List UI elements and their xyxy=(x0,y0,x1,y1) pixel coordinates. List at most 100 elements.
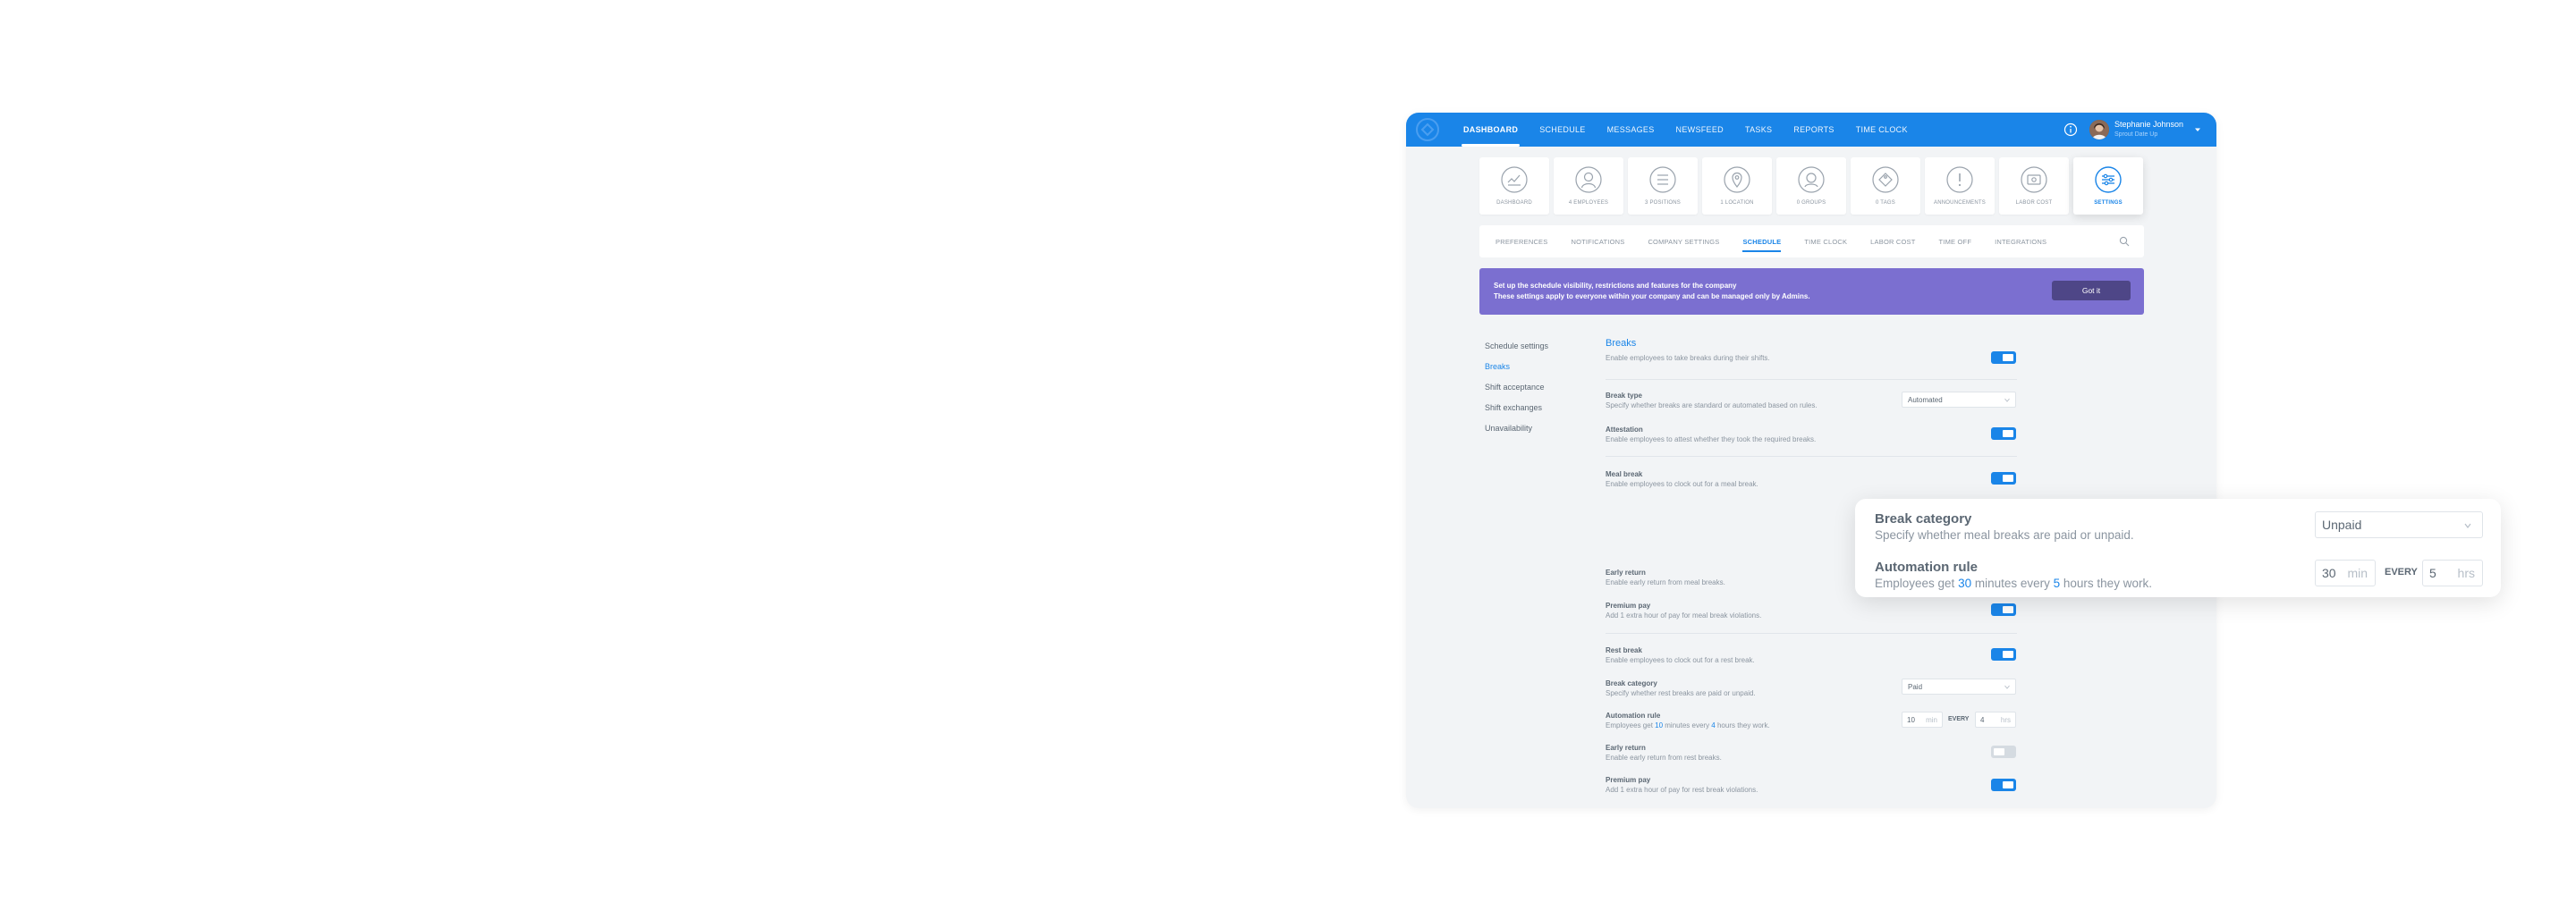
side-item-breaks[interactable]: Breaks xyxy=(1485,362,1548,383)
row-desc: Enable employees to clock out for a rest… xyxy=(1606,656,1755,664)
tile-label: LABOR COST xyxy=(2015,200,2053,206)
top-navigation: DASHBOARD SCHEDULE MESSAGES NEWSFEED TAS… xyxy=(1406,113,2216,147)
side-item-schedule-settings[interactable]: Schedule settings xyxy=(1485,341,1548,362)
row-desc: Enable early return from rest breaks. xyxy=(1606,754,1722,762)
row-desc: Add 1 extra hour of pay for rest break v… xyxy=(1606,786,1758,794)
row-desc: Enable employees to take breaks during t… xyxy=(1606,354,1770,362)
settings-icon xyxy=(2095,166,2122,193)
chevron-down-icon[interactable] xyxy=(2193,125,2202,134)
row-desc: Employees get 10 minutes every 4 hours t… xyxy=(1606,721,1770,729)
tile-label: 0 TAGS xyxy=(1876,200,1895,206)
meal-premium-pay-toggle[interactable] xyxy=(1991,603,2016,616)
nav-schedule[interactable]: SCHEDULE xyxy=(1529,113,1596,147)
nav-reports[interactable]: REPORTS xyxy=(1783,113,1844,147)
tile-tags[interactable]: 0 TAGS xyxy=(1851,157,1920,215)
positions-icon xyxy=(1649,166,1676,193)
nav-tasks[interactable]: TASKS xyxy=(1734,113,1783,147)
meal-hours-input[interactable]: 5 hrs xyxy=(2422,560,2483,586)
row-desc: Add 1 extra hour of pay for meal break v… xyxy=(1606,611,1762,620)
break-type-select[interactable]: Automated xyxy=(1902,392,2016,408)
row-title: Automation rule xyxy=(1606,712,1661,720)
tab-schedule[interactable]: SCHEDULE xyxy=(1742,225,1782,257)
row-title: Break category xyxy=(1606,679,1657,687)
tile-groups[interactable]: 0 GROUPS xyxy=(1776,157,1846,215)
every-label: EVERY xyxy=(1948,716,1970,722)
tab-labor-cost[interactable]: LABOR COST xyxy=(1870,225,1915,257)
nav-dashboard[interactable]: DASHBOARD xyxy=(1453,113,1529,147)
nav-newsfeed[interactable]: NEWSFEED xyxy=(1665,113,1734,147)
rest-break-toggle[interactable] xyxy=(1991,648,2016,661)
logo-icon[interactable] xyxy=(1415,117,1440,142)
rest-break-category-select[interactable]: Paid xyxy=(1902,679,2016,695)
overview-tiles: DASHBOARD 4 EMPLOYEES 3 POSITIONS 1 LOCA… xyxy=(1479,157,2143,215)
search-icon[interactable] xyxy=(2119,236,2130,247)
got-it-button[interactable]: Got it xyxy=(2052,281,2131,300)
input-value: 30 xyxy=(2322,566,2336,580)
tile-label: 1 LOCATION xyxy=(1720,200,1754,206)
desc-text: minutes every xyxy=(1971,577,2054,590)
alert-icon xyxy=(1946,166,1973,193)
side-item-shift-exchanges[interactable]: Shift exchanges xyxy=(1485,403,1548,424)
avatar[interactable] xyxy=(2089,120,2109,139)
meal-break-settings-card: Break category Specify whether meal brea… xyxy=(1855,499,2501,597)
row-desc: Enable employees to attest whether they … xyxy=(1606,435,1817,443)
desc-text: minutes every xyxy=(1663,721,1712,729)
row-desc: Enable early return from meal breaks. xyxy=(1606,578,1725,586)
tile-label: 3 POSITIONS xyxy=(1645,200,1681,206)
tile-settings[interactable]: SETTINGS xyxy=(2073,157,2143,215)
meal-break-category-select[interactable]: Unpaid xyxy=(2315,511,2483,538)
divider xyxy=(1606,379,2017,380)
card-title: Break category xyxy=(1875,511,1972,527)
tile-labor-cost[interactable]: LABOR COST xyxy=(1999,157,2069,215)
row-desc: Enable employees to clock out for a meal… xyxy=(1606,480,1758,488)
desc-text: hours they work. xyxy=(2060,577,2152,590)
rest-hours-input[interactable]: 4 hrs xyxy=(1975,712,2016,728)
tab-preferences[interactable]: PREFERENCES xyxy=(1496,225,1547,257)
tag-icon xyxy=(1872,166,1899,193)
app-window: DASHBOARD SCHEDULE MESSAGES NEWSFEED TAS… xyxy=(1406,113,2216,808)
rest-premium-pay-toggle[interactable] xyxy=(1991,779,2016,791)
tab-time-clock[interactable]: TIME CLOCK xyxy=(1804,225,1847,257)
desc-text: hours they work. xyxy=(1715,721,1770,729)
tab-notifications[interactable]: NOTIFICATIONS xyxy=(1571,225,1624,257)
settings-tabs: PREFERENCES NOTIFICATIONS COMPANY SETTIN… xyxy=(1479,225,2144,257)
minutes-value: 30 xyxy=(1958,577,1972,590)
meal-break-toggle[interactable] xyxy=(1991,472,2016,485)
unit-label: min xyxy=(2347,566,2368,580)
info-icon[interactable] xyxy=(2063,122,2078,137)
row-title: Premium pay xyxy=(1606,776,1651,784)
attestation-toggle[interactable] xyxy=(1991,427,2016,440)
dashboard-icon xyxy=(1501,166,1528,193)
tile-announcements[interactable]: ANNOUNCEMENTS xyxy=(1925,157,1995,215)
tile-label: 0 GROUPS xyxy=(1796,200,1826,206)
card-title: Automation rule xyxy=(1875,560,1978,575)
row-desc: Specify whether breaks are standard or a… xyxy=(1606,401,1818,409)
select-value: Paid xyxy=(1908,682,1923,691)
tab-company-settings[interactable]: COMPANY SETTINGS xyxy=(1648,225,1719,257)
divider xyxy=(1606,456,2017,457)
meal-minutes-input[interactable]: 30 min xyxy=(2315,560,2376,586)
nav-time-clock[interactable]: TIME CLOCK xyxy=(1845,113,1919,147)
info-banner: Set up the schedule visibility, restrict… xyxy=(1479,268,2144,315)
breaks-toggle[interactable] xyxy=(1991,351,2016,364)
tile-positions[interactable]: 3 POSITIONS xyxy=(1628,157,1698,215)
settings-side-menu: Schedule settings Breaks Shift acceptanc… xyxy=(1485,341,1548,444)
nav-messages[interactable]: MESSAGES xyxy=(1597,113,1665,147)
card-desc: Specify whether meal breaks are paid or … xyxy=(1875,528,2134,542)
tab-integrations[interactable]: INTEGRATIONS xyxy=(1995,225,2046,257)
tile-employees[interactable]: 4 EMPLOYEES xyxy=(1554,157,1623,215)
select-value: Unpaid xyxy=(2322,518,2362,532)
tile-location[interactable]: 1 LOCATION xyxy=(1702,157,1772,215)
user-name[interactable]: Stephanie Johnson xyxy=(2114,120,2183,129)
groups-icon xyxy=(1798,166,1825,193)
tile-dashboard[interactable]: DASHBOARD xyxy=(1479,157,1549,215)
tab-time-off[interactable]: TIME OFF xyxy=(1939,225,1972,257)
unit-label: hrs xyxy=(2457,566,2475,580)
rest-minutes-input[interactable]: 10 min xyxy=(1902,712,1943,728)
side-item-unavailability[interactable]: Unavailability xyxy=(1485,424,1548,444)
row-title: Early return xyxy=(1606,569,1646,577)
chevron-down-icon xyxy=(2004,685,2010,689)
row-title: Early return xyxy=(1606,744,1646,752)
rest-early-return-toggle[interactable] xyxy=(1991,746,2016,758)
side-item-shift-acceptance[interactable]: Shift acceptance xyxy=(1485,383,1548,403)
